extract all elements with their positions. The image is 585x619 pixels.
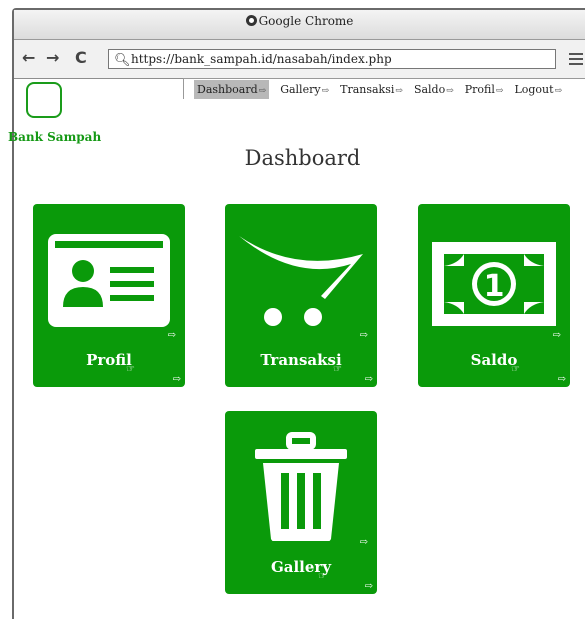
back-button[interactable]: ← — [22, 50, 35, 66]
tile-label: Profil — [86, 351, 132, 369]
menu-item-gallery[interactable]: Gallery⇨ — [280, 83, 329, 96]
menu-label: Dashboard — [197, 82, 258, 96]
cursor-icon: ☞ — [318, 571, 327, 582]
id-card-icon — [48, 234, 170, 327]
tile-transaksi[interactable]: ⇨ Transaksi ☞ ⇨ — [225, 204, 377, 387]
brand-name: Bank Sampah — [8, 130, 102, 144]
browser-menu-icon[interactable] — [569, 53, 583, 65]
menu-label: Profil — [464, 82, 495, 96]
pointer-icon: ⇨ — [395, 85, 403, 96]
tile-label: Saldo — [470, 351, 518, 369]
menu-label: Saldo — [413, 82, 446, 96]
tile-gallery[interactable]: ⇨ Gallery ☞ ⇨ — [225, 411, 377, 594]
svg-text:1: 1 — [484, 269, 505, 304]
pointer-icon: ⇨ — [364, 374, 373, 385]
url-text: https://bank_sampah.id/nasabah/index.php — [131, 52, 392, 66]
trash-icon — [255, 432, 347, 541]
cursor-icon: ☞ — [126, 364, 135, 375]
menu-item-transaksi[interactable]: Transaksi⇨ — [340, 83, 403, 96]
pointer-icon: ⇨ — [172, 374, 181, 385]
tile-saldo[interactable]: 1 ⇨ Saldo ☞ ⇨ — [418, 204, 570, 387]
tile-label: Transaksi — [260, 351, 342, 369]
menu-item-profil[interactable]: Profil⇨ — [465, 83, 504, 96]
pointer-icon: ⇨ — [258, 85, 267, 96]
pointer-icon: ⇨ — [554, 85, 563, 96]
forward-button[interactable]: → — [46, 50, 59, 66]
search-icon: 🔍︎ — [114, 53, 131, 68]
window-title: Google Chrome — [258, 14, 354, 28]
menu-label: Logout — [514, 82, 554, 96]
tile-label: Gallery — [270, 558, 332, 576]
menu-item-dashboard[interactable]: Dashboard⇨ — [194, 79, 270, 99]
pointer-icon: ⇨ — [364, 581, 373, 592]
pointer-icon: ⇨ — [552, 330, 561, 341]
logo-icon — [26, 82, 62, 118]
menu-item-logout[interactable]: Logout⇨ — [514, 83, 562, 96]
page-title: Dashboard — [244, 146, 361, 170]
tile-profil[interactable]: ⇨ Profil ☞ ⇨ — [33, 204, 185, 387]
menu-label: Transaksi — [340, 82, 395, 96]
pointer-icon: ⇨ — [359, 330, 368, 341]
money-icon: 1 — [432, 242, 556, 326]
menu-item-saldo[interactable]: Saldo⇨ — [414, 83, 454, 96]
pointer-icon: ⇨ — [495, 85, 504, 96]
title-bar: Google Chrome — [14, 10, 585, 40]
chrome-icon — [245, 15, 257, 26]
pointer-icon: ⇨ — [446, 85, 454, 96]
cart-icon — [239, 236, 363, 326]
pointer-icon: ⇨ — [359, 537, 368, 548]
browser-toolbar: ← → C 🔍︎ https://bank_sampah.id/nasabah/… — [14, 40, 585, 79]
pointer-icon: ⇨ — [321, 85, 330, 96]
pointer-icon: ⇨ — [167, 330, 176, 341]
pointer-icon: ⇨ — [557, 374, 566, 385]
address-bar[interactable]: 🔍︎ https://bank_sampah.id/nasabah/index.… — [108, 49, 556, 69]
menu-label: Gallery — [280, 82, 321, 96]
reload-button[interactable]: C — [75, 50, 87, 66]
cursor-icon: ☞ — [333, 364, 342, 375]
cursor-icon: ☞ — [511, 364, 520, 375]
top-menu: Dashboard⇨ Gallery⇨ Transaksi⇨ Saldo⇨ Pr… — [183, 78, 585, 99]
